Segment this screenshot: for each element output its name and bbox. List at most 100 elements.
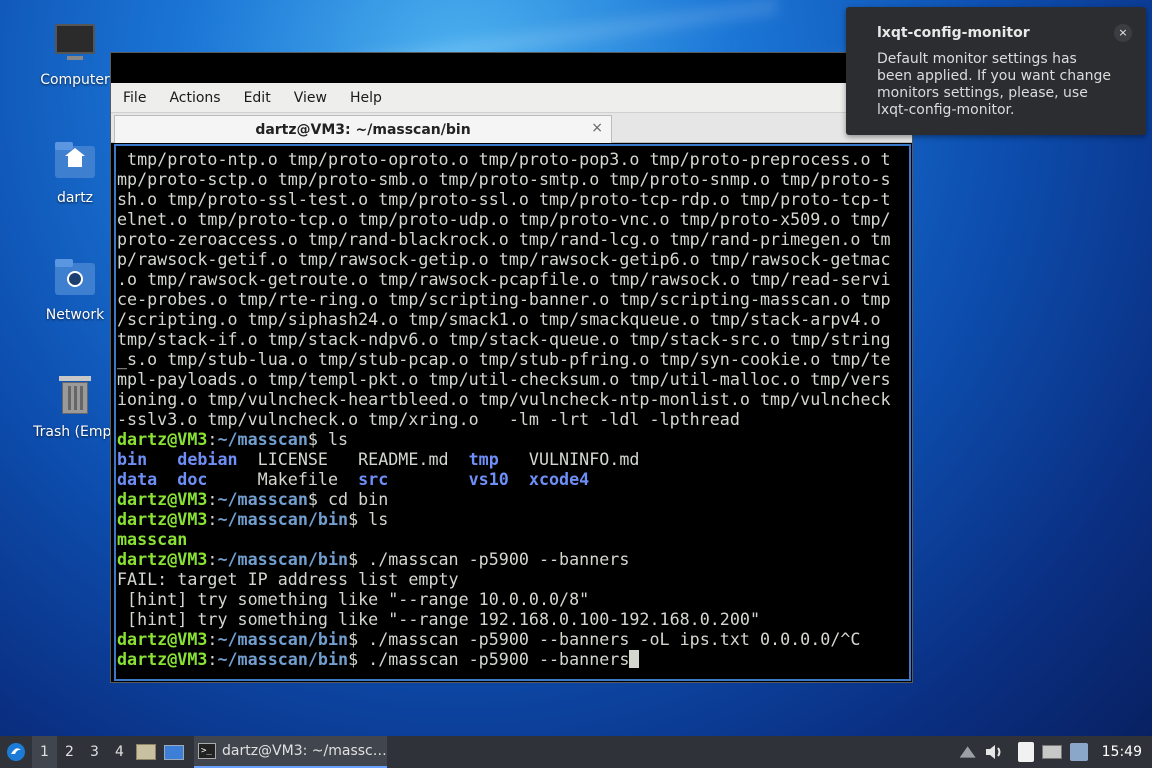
command: ./masscan -p5900 --banners -oL ips.txt 0… [358,629,861,649]
prompt-cwd: ~/masscan/bin [217,509,349,529]
taskbar-task-terminal[interactable]: >_ dartz@VM3: ~/massc… [194,736,387,768]
prompt-user: dartz@VM3 [117,629,208,649]
workspace-2[interactable]: 2 [57,736,82,768]
dir-entry: bin [117,449,148,469]
tab-terminal[interactable]: dartz@VM3: ~/masscan/bin × [114,115,612,143]
desktop-icon [164,744,184,760]
close-tab-icon[interactable]: × [591,120,603,136]
file-entry: README.md [358,449,449,469]
dir-entry: tmp [468,449,499,469]
notification-body: Default monitor settings has been applie… [877,51,1112,118]
system-tray: 15:49 [959,736,1152,768]
update-notifier-icon[interactable] [1069,743,1088,761]
prompt-user: dartz@VM3 [117,509,208,529]
desktop-icon-label: Trash (Empt [33,424,117,440]
notification-popup[interactable]: lxqt-config-monitor Default monitor sett… [846,7,1146,135]
taskbar: 1 2 3 4 >_ dartz@VM3: ~/massc… 15:49 [0,736,1152,768]
output-line: elnet.o tmp/proto-tcp.o tmp/proto-udp.o … [117,209,891,229]
output-line: proto-zeroaccess.o tmp/rand-blackrock.o … [117,229,891,249]
dir-entry: xcode4 [528,469,590,489]
file-entry: Makefile [257,469,339,489]
ls-output-row: data doc Makefile src vs10 xcode4 [117,469,909,489]
workspace-4[interactable]: 4 [107,736,132,768]
ls-output-row: bin debian LICENSE README.md tmp VULNINF… [117,449,909,469]
menu-help[interactable]: Help [344,90,388,106]
output-line: tmp/stack-if.o tmp/stack-ndpv6.o tmp/sta… [117,329,891,349]
main-menu-button[interactable] [0,736,32,768]
terminal-icon: >_ [198,743,216,759]
text-cursor [629,650,640,668]
output-line: ioning.o tmp/vulncheck-heartbleed.o tmp/… [117,389,891,409]
command: ls [358,509,389,529]
dir-entry: doc [177,469,208,489]
app-menu-icon [7,743,25,761]
output-line: sh.o tmp/proto-ssl-test.o tmp/proto-ssl.… [117,189,891,209]
output-line: tmp/proto-ntp.o tmp/proto-oproto.o tmp/p… [117,149,891,169]
workspace-1[interactable]: 1 [32,736,57,768]
desktop-icon-label: dartz [56,190,94,206]
prompt-user: dartz@VM3 [117,549,208,569]
menu-edit[interactable]: Edit [238,90,277,106]
menu-actions[interactable]: Actions [163,90,226,106]
prompt-line: dartz@VM3:~/masscan/bin$ ls [117,509,389,529]
tab-bar: dartz@VM3: ~/masscan/bin × [111,113,912,143]
output-line: mp/proto-sctp.o tmp/proto-smb.o tmp/prot… [117,169,891,189]
prompt-line: dartz@VM3:~/masscan/bin$ ./masscan -p590… [117,549,630,569]
output-line: _s.o tmp/stub-lua.o tmp/stub-pcap.o tmp/… [117,349,891,369]
output-line: /scripting.o tmp/siphash24.o tmp/smack1.… [117,309,881,329]
file-manager-launcher[interactable] [132,736,160,768]
computer-icon [53,22,97,66]
network-icon[interactable] [1041,745,1062,759]
output-line: p/rawsock-getif.o tmp/rawsock-getip.o tm… [117,249,891,269]
prompt-cwd: ~/masscan/bin [217,629,349,649]
hint-line: [hint] try something like "--range 192.1… [117,609,760,629]
output-line: -sslv3.o tmp/vulncheck.o tmp/xring.o -lm… [117,409,740,429]
prompt-cwd: ~/masscan/bin [217,649,349,669]
workspace-3[interactable]: 3 [82,736,107,768]
desktop-icon-computer[interactable]: Computer [29,22,121,88]
prompt-cwd: ~/masscan [217,489,308,509]
desktop-icon-trash[interactable]: Trash (Empt [29,374,121,440]
hint-line: [hint] try something like "--range 10.0.… [117,589,590,609]
file-entry: LICENSE [257,449,328,469]
desktop-icon-label: Computer [40,72,110,88]
terminal-window[interactable]: File Actions Edit View Help dartz@VM3: ~… [110,52,913,683]
dir-entry: debian [177,449,238,469]
chevron-up-icon[interactable] [959,746,976,758]
prompt-line: dartz@VM3:~/masscan/bin$ ./masscan -p590… [117,629,861,649]
dir-entry: data [117,469,158,489]
prompt-cwd: ~/masscan [217,429,308,449]
command: ./masscan -p5900 --banners [358,549,630,569]
dir-entry: vs10 [468,469,509,489]
executable-entry: masscan [117,529,188,549]
ls-output-row: masscan [117,529,909,549]
desktop-icon-dartz[interactable]: dartz [29,140,121,206]
folder-icon [136,744,156,760]
file-entry: VULNINFO.md [528,449,640,469]
clock[interactable]: 15:49 [1102,744,1142,760]
command: cd bin [317,489,389,509]
volume-icon[interactable] [984,743,1004,761]
prompt-line: dartz@VM3:~/masscan$ cd bin [117,489,389,509]
output-line: .o tmp/rawsock-getroute.o tmp/rawsock-pc… [117,269,891,289]
menu-view[interactable]: View [288,90,333,106]
desktop-icon-label: Network [45,307,105,323]
prompt-line: dartz@VM3:~/masscan/bin$ ./masscan -p590… [117,649,909,669]
prompt-user: dartz@VM3 [117,429,208,449]
close-icon[interactable]: × [1114,24,1132,42]
prompt-user: dartz@VM3 [117,489,208,509]
desktop-icon-network[interactable]: Network [29,257,121,323]
clipboard-icon[interactable] [1017,742,1034,762]
trash-icon [53,374,97,418]
output-line: ce-probes.o tmp/rte-ring.o tmp/scripting… [117,289,891,309]
command: ls [317,429,349,449]
menu-file[interactable]: File [117,90,152,106]
show-desktop-button[interactable] [160,736,188,768]
command-input[interactable]: ./masscan -p5900 --banners [358,649,629,669]
terminal-output[interactable]: tmp/proto-ntp.o tmp/proto-oproto.o tmp/p… [114,144,911,681]
output-line: mpl-payloads.o tmp/templ-pkt.o tmp/util-… [117,369,891,389]
network-folder-icon [53,257,97,301]
window-titlebar[interactable] [111,53,912,83]
menu-bar: File Actions Edit View Help [111,83,912,113]
prompt-line: dartz@VM3:~/masscan$ ls [117,429,349,449]
